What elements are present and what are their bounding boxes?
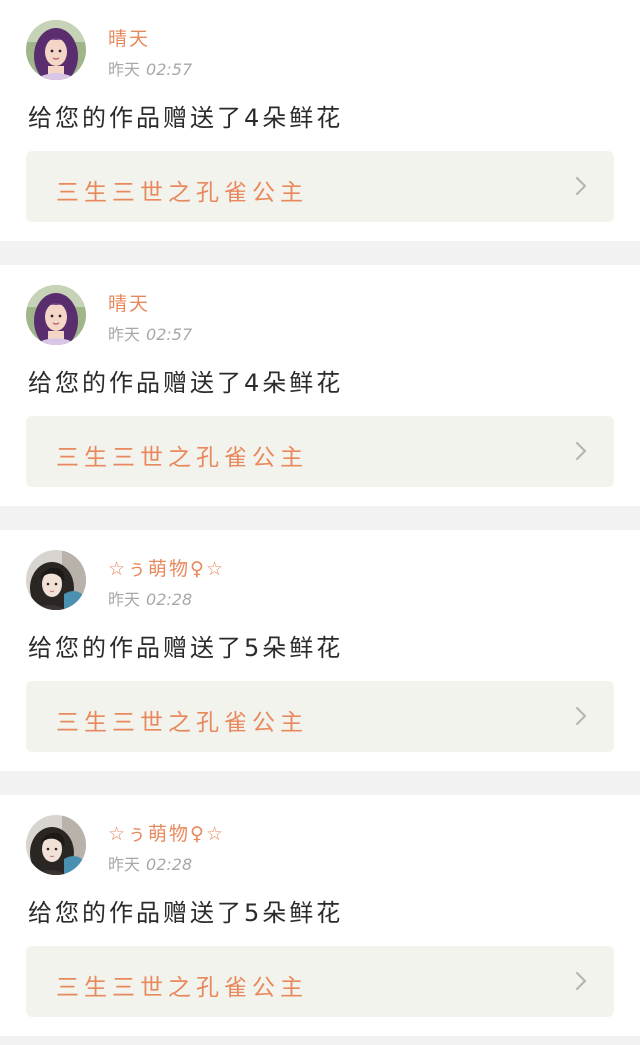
timestamp-day: 昨天 bbox=[108, 590, 141, 609]
user-avatar-purple-hair-icon bbox=[26, 285, 86, 345]
notification-card: 晴天 昨天 02:57 给您的作品赠送了4朵鲜花 三生三世之孔雀公主 bbox=[0, 0, 640, 241]
notification-card: 晴天 昨天 02:57 给您的作品赠送了4朵鲜花 三生三世之孔雀公主 bbox=[0, 265, 640, 506]
timestamp-clock: 02:57 bbox=[146, 60, 193, 79]
timestamp: 昨天 02:28 bbox=[108, 851, 192, 875]
work-title: 三生三世之孔雀公主 bbox=[56, 180, 308, 206]
notification-feed: 晴天 昨天 02:57 给您的作品赠送了4朵鲜花 三生三世之孔雀公主 晴天 昨天… bbox=[0, 0, 640, 1036]
work-title: 三生三世之孔雀公主 bbox=[56, 710, 308, 736]
user-avatar-purple-hair-icon bbox=[26, 20, 86, 80]
timestamp: 昨天 02:57 bbox=[108, 56, 192, 80]
gift-message: 给您的作品赠送了5朵鲜花 bbox=[28, 899, 344, 927]
user-name[interactable]: 晴天 bbox=[108, 24, 150, 51]
work-link-button[interactable]: 三生三世之孔雀公主 bbox=[26, 681, 614, 752]
work-link-button[interactable]: 三生三世之孔雀公主 bbox=[26, 416, 614, 487]
work-title: 三生三世之孔雀公主 bbox=[56, 975, 308, 1001]
chevron-right-icon bbox=[575, 971, 587, 991]
user-avatar[interactable] bbox=[26, 285, 86, 345]
user-avatar-dark-hair-icon bbox=[26, 815, 86, 875]
work-link-button[interactable]: 三生三世之孔雀公主 bbox=[26, 151, 614, 222]
timestamp-day: 昨天 bbox=[108, 855, 141, 874]
chevron-right-icon bbox=[575, 176, 587, 196]
work-link-button[interactable]: 三生三世之孔雀公主 bbox=[26, 946, 614, 1017]
timestamp: 昨天 02:28 bbox=[108, 586, 192, 610]
timestamp-clock: 02:28 bbox=[146, 590, 193, 609]
gift-message: 给您的作品赠送了5朵鲜花 bbox=[28, 634, 344, 662]
timestamp-day: 昨天 bbox=[108, 60, 141, 79]
gift-message: 给您的作品赠送了4朵鲜花 bbox=[28, 369, 344, 397]
user-avatar[interactable] bbox=[26, 815, 86, 875]
timestamp-clock: 02:57 bbox=[146, 325, 193, 344]
user-avatar-dark-hair-icon bbox=[26, 550, 86, 610]
notification-card: ☆ぅ萌物♀☆ 昨天 02:28 给您的作品赠送了5朵鲜花 三生三世之孔雀公主 bbox=[0, 530, 640, 771]
user-name[interactable]: 晴天 bbox=[108, 289, 150, 316]
timestamp-day: 昨天 bbox=[108, 325, 141, 344]
user-name[interactable]: ☆ぅ萌物♀☆ bbox=[108, 554, 225, 581]
user-avatar[interactable] bbox=[26, 20, 86, 80]
timestamp: 昨天 02:57 bbox=[108, 321, 192, 345]
gift-message: 给您的作品赠送了4朵鲜花 bbox=[28, 104, 344, 132]
chevron-right-icon bbox=[575, 706, 587, 726]
timestamp-clock: 02:28 bbox=[146, 855, 193, 874]
user-avatar[interactable] bbox=[26, 550, 86, 610]
notification-card: ☆ぅ萌物♀☆ 昨天 02:28 给您的作品赠送了5朵鲜花 三生三世之孔雀公主 bbox=[0, 795, 640, 1036]
chevron-right-icon bbox=[575, 441, 587, 461]
work-title: 三生三世之孔雀公主 bbox=[56, 445, 308, 471]
user-name[interactable]: ☆ぅ萌物♀☆ bbox=[108, 819, 225, 846]
